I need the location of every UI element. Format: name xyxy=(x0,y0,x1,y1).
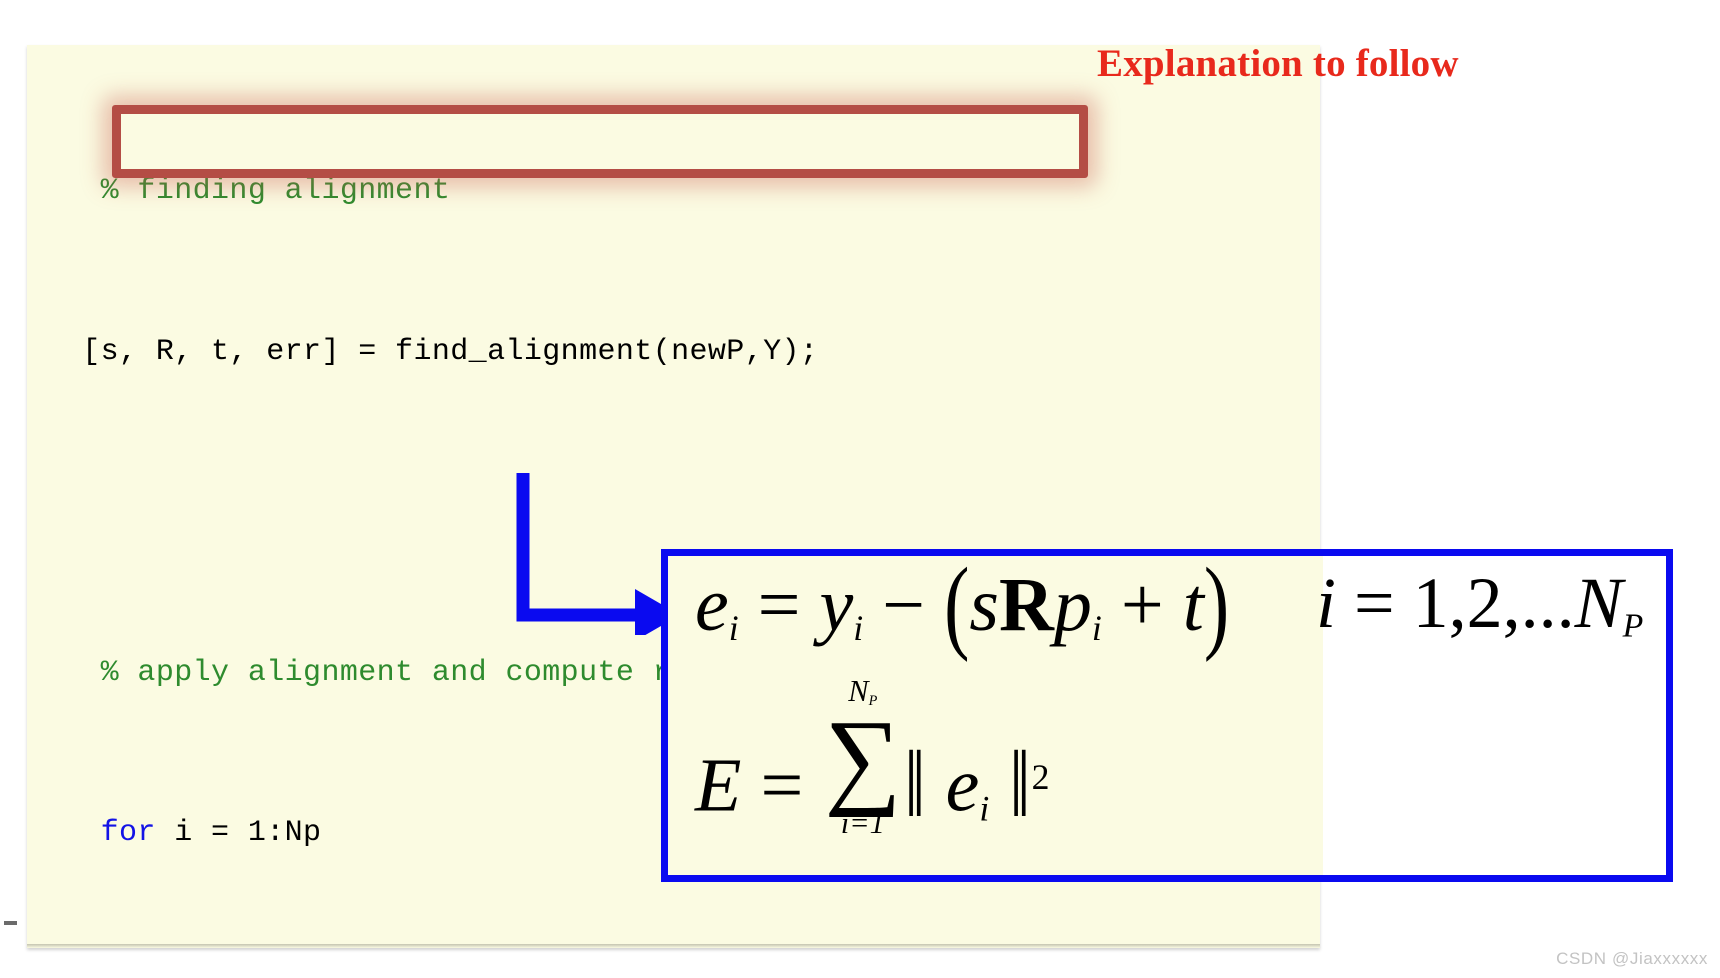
equation-index-range: i = 1,2,...NP xyxy=(1316,563,1644,645)
watermark: CSDN @Jiaxxxxxx xyxy=(1556,949,1708,968)
equation-energy: E = NP ∑ i=1 ‖ ei ‖2 xyxy=(695,674,1050,841)
code-fold-marker-icon[interactable] xyxy=(4,921,17,925)
explanation-note: Explanation to follow xyxy=(1097,42,1459,85)
formula-callout-box: ei = yi − (sRpi + t) E = NP ∑ i=1 ‖ ei ‖2 i… xyxy=(661,549,1673,882)
code-text: [s, R, t, err] = find_alignment(newP,Y); xyxy=(27,334,819,369)
equation-residual: ei = yi − (sRpi + t) xyxy=(695,549,1230,663)
code-comment: % finding alignment xyxy=(27,174,451,208)
highlight-box-find-alignment xyxy=(112,105,1088,178)
code-line: [s, R, t, err] = find_alignment(newP,Y); xyxy=(27,326,910,380)
code-text: i = 1:Np xyxy=(155,816,322,850)
code-keyword: for xyxy=(27,816,156,850)
